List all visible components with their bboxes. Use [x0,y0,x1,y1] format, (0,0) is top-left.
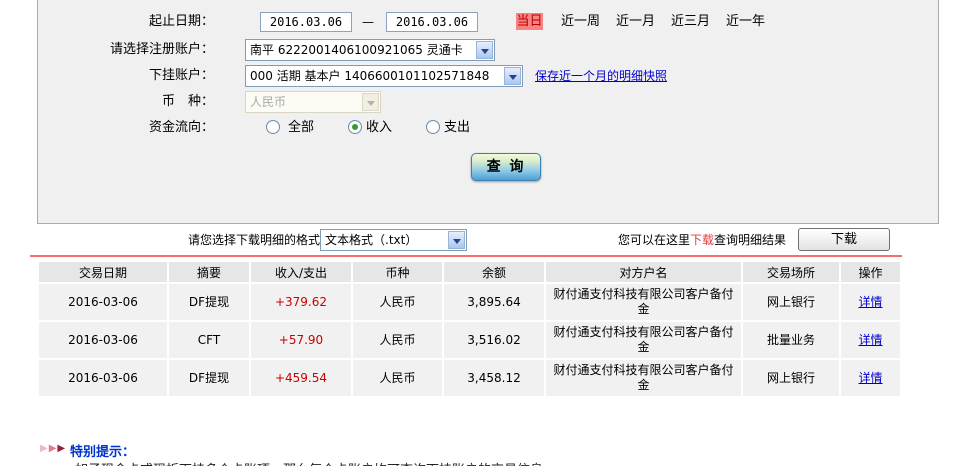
cell-channel: 网上银行 [743,284,839,320]
table-body: 2016-03-06 DF提现 +379.62 人民币 3,895.64 财付通支付科技有… [39,284,900,396]
triple-arrow-icon: ▶▶▶ [40,443,67,454]
quick-link-year[interactable]: 近一年 [726,11,765,33]
download-format-value: 文本格式（.txt） [325,233,418,247]
download-button[interactable]: 下载 [798,228,890,251]
radio-income[interactable] [348,120,362,134]
detail-link[interactable]: 详情 [858,371,882,385]
results-table: 交易日期 摘要 收入/支出 币种 余额 对方户名 交易场所 操作 2016-03… [37,260,902,398]
register-account-value: 南平 6222001406100921065 灵通卡 [250,43,463,57]
dropdown-arrow-icon[interactable] [448,231,465,249]
end-date-input[interactable] [386,12,478,32]
table-header-row: 交易日期 摘要 收入/支出 币种 余额 对方户名 交易场所 操作 [39,262,900,282]
special-tip-text: 如子现金卡或现折下挂多个卡账项，那么每个卡账户均可查询下挂账户的交易信息 [75,459,543,466]
download-format-label: 请您选择下载明细的格式 [188,233,321,247]
snapshot-link[interactable]: 保存近一个月的明细快照 [535,65,667,87]
radio-income-label: 收入 [366,120,393,135]
cell-balance: 3,516.02 [444,322,544,358]
query-button[interactable]: 查 询 [471,153,541,181]
cell-summary: DF提现 [169,284,249,320]
detail-link[interactable]: 详情 [858,295,882,309]
date-range-row: 起止日期： — 当日 近一周 近一月 近三月 近一年 [38,11,938,33]
quick-link-month[interactable]: 近一月 [616,11,655,33]
download-hint: 您可以在这里下载查询明细结果 [618,231,786,248]
radio-all-label: 全部 [288,120,315,135]
currency-select: 人民币 [245,91,381,113]
special-tip-title: 特别提示： [70,445,136,460]
cell-action: 详情 [841,284,900,320]
cell-action: 详情 [841,322,900,358]
dropdown-arrow-icon[interactable] [504,67,521,85]
cell-action: 详情 [841,360,900,396]
separator-line [30,255,902,257]
radio-expense[interactable] [426,120,440,134]
download-hint-suffix: 查询明细结果 [714,233,787,247]
cell-balance: 3,895.64 [444,284,544,320]
radio-all[interactable] [266,120,280,134]
cell-currency: 人民币 [353,284,442,320]
query-form-panel: 起止日期： — 当日 近一周 近一月 近三月 近一年 请选择注册账户： 南平 6… [37,0,939,224]
header-amount: 收入/支出 [251,262,351,282]
cell-channel: 网上银行 [743,360,839,396]
quick-link-quarter[interactable]: 近三月 [671,11,710,33]
currency-label: 币 种： [161,94,214,109]
radio-expense-label: 支出 [444,120,471,135]
flow-row: 资金流向： 全部 收入 支出 [38,117,938,139]
cell-summary: DF提现 [169,360,249,396]
date-separator: — [362,15,374,29]
cell-date: 2016-03-06 [39,284,167,320]
currency-value: 人民币 [250,95,287,109]
flow-label: 资金流向： [148,120,214,135]
dropdown-arrow-icon[interactable] [476,41,493,59]
table-row: 2016-03-06 CFT +57.90 人民币 3,516.02 财付通支付科技有限公… [39,322,900,358]
download-hint-prefix: 您可以在这里 [618,233,691,247]
start-date-input[interactable] [260,12,352,32]
cell-date: 2016-03-06 [39,360,167,396]
currency-row: 币 种： 人民币 [38,91,938,113]
cell-summary: CFT [169,322,249,358]
header-action: 操作 [841,262,900,282]
today-button[interactable]: 当日 [516,13,543,30]
sub-account-row: 下挂账户： 000 活期 基本户 1406600101102571848 保存近… [38,65,938,87]
sub-account-value: 000 活期 基本户 1406600101102571848 [250,69,490,83]
quick-link-week[interactable]: 近一周 [561,11,600,33]
download-format-select[interactable]: 文本格式（.txt） [320,229,467,251]
dropdown-arrow-icon [362,93,379,111]
cell-counterparty: 财付通支付科技有限公司客户备付金 [546,360,741,396]
register-account-select[interactable]: 南平 6222001406100921065 灵通卡 [245,39,495,61]
cell-currency: 人民币 [353,360,442,396]
header-channel: 交易场所 [743,262,839,282]
cell-amount: +379.62 [251,284,351,320]
header-balance: 余额 [444,262,544,282]
detail-link[interactable]: 详情 [858,333,882,347]
cell-amount: +459.54 [251,360,351,396]
download-hint-link[interactable]: 下载 [690,233,714,247]
table-row: 2016-03-06 DF提现 +459.54 人民币 3,458.12 财付通支付科技有… [39,360,900,396]
cell-amount: +57.90 [251,322,351,358]
date-range-label: 起止日期： [148,14,214,29]
header-date: 交易日期 [39,262,167,282]
table-row: 2016-03-06 DF提现 +379.62 人民币 3,895.64 财付通支付科技有… [39,284,900,320]
cell-currency: 人民币 [353,322,442,358]
transaction-query-page: 起止日期： — 当日 近一周 近一月 近三月 近一年 请选择注册账户： 南平 6… [0,0,978,466]
cell-date: 2016-03-06 [39,322,167,358]
header-currency: 币种 [353,262,442,282]
sub-account-select[interactable]: 000 活期 基本户 1406600101102571848 [245,65,523,87]
register-account-label: 请选择注册账户： [109,42,214,57]
header-summary: 摘要 [169,262,249,282]
cell-counterparty: 财付通支付科技有限公司客户备付金 [546,322,741,358]
sub-account-label: 下挂账户： [148,68,214,83]
cell-counterparty: 财付通支付科技有限公司客户备付金 [546,284,741,320]
register-account-row: 请选择注册账户： 南平 6222001406100921065 灵通卡 [38,39,938,61]
cell-balance: 3,458.12 [444,360,544,396]
cell-channel: 批量业务 [743,322,839,358]
header-counterparty: 对方户名 [546,262,741,282]
